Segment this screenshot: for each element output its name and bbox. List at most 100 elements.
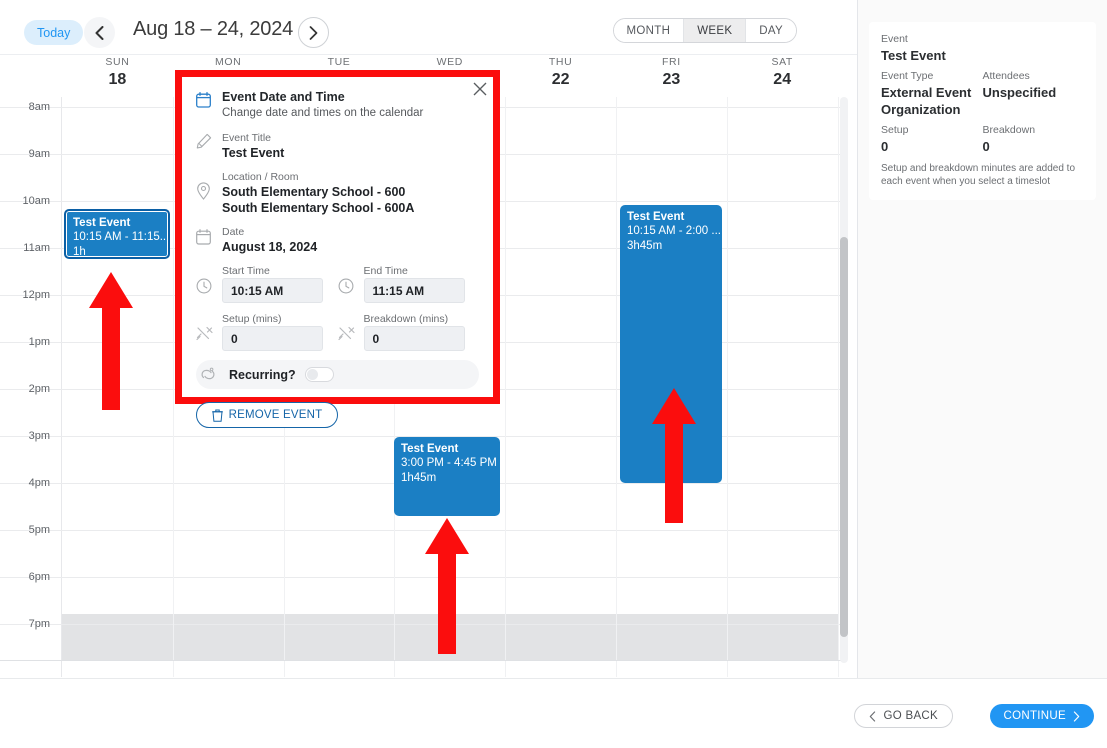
calendar-scrollbar-thumb[interactable] <box>840 237 848 637</box>
hour-label: 8am <box>28 101 50 113</box>
remove-event-label: REMOVE EVENT <box>228 409 323 421</box>
hour-row[interactable]: 6pm <box>0 571 845 624</box>
clock-icon <box>338 264 364 303</box>
breakdown-summary-label: Breakdown <box>982 124 1036 136</box>
day-header-date: 23 <box>662 71 681 88</box>
event-value: Test Event <box>881 48 946 63</box>
start-time-input[interactable] <box>222 278 323 303</box>
hour-label: 9am <box>28 148 50 160</box>
event-type-attendees-row: Event Type External Event Organization A… <box>881 69 1084 118</box>
modal-title: Event Date and Time <box>222 90 345 104</box>
view-toggle-group: MONTH WEEK DAY <box>612 18 797 43</box>
setup-breakdown-note: Setup and breakdown minutes are added to… <box>881 163 1076 187</box>
chevron-right-icon <box>309 25 318 40</box>
location-pin-icon <box>196 170 222 216</box>
modal-header: Event Date and Time Change date and time… <box>196 82 487 121</box>
calendar-event[interactable]: Test Event 3:00 PM - 4:45 PM 1h45m <box>394 437 500 516</box>
today-button[interactable]: Today <box>24 20 84 45</box>
event-title-label: Event Title <box>222 132 272 144</box>
modal-event-title-row: Event Title Test Event <box>196 131 479 161</box>
hour-label: 5pm <box>28 524 50 536</box>
setup-label: Setup (mins) <box>222 313 282 325</box>
continue-label: CONTINUE <box>1003 710 1066 722</box>
hour-label: 11am <box>23 242 50 254</box>
end-time-input[interactable] <box>363 278 465 303</box>
day-column-divider <box>616 97 617 677</box>
setup-summary-group: Setup 0 <box>881 123 983 155</box>
pencil-icon <box>196 131 222 161</box>
date-value: August 18, 2024 <box>222 240 318 254</box>
start-time-group: Start Time <box>196 264 338 303</box>
calendar-event-time: 10:15 AM - 11:15... <box>73 231 170 243</box>
clock-icon <box>196 264 222 303</box>
annotation-arrow-selected-event <box>89 272 133 410</box>
setup-group: Setup (mins) <box>196 312 338 351</box>
hour-label: 1pm <box>28 336 50 348</box>
grid-bottom-border <box>0 660 845 661</box>
setup-input[interactable] <box>222 326 323 351</box>
day-header-date: 24 <box>773 71 792 88</box>
day-header-dow: FRI <box>662 56 681 68</box>
modal-highlight-outline: Event Date and Time Change date and time… <box>175 70 500 428</box>
hour-row[interactable]: 7pm <box>0 618 845 671</box>
chevron-right-icon <box>1073 710 1080 722</box>
recurring-toggle[interactable] <box>304 367 334 382</box>
breakdown-input[interactable] <box>363 326 465 351</box>
tools-icon <box>337 312 364 351</box>
calendar-toolbar: Today Aug 18 – 24, 2024 MONTH WEEK DAY <box>0 0 857 55</box>
day-header-dow: WED <box>436 56 463 68</box>
modal-setup-row: Setup (mins) Breakdown (mins) <box>196 312 479 351</box>
hour-label: 2pm <box>28 383 50 395</box>
hour-label: 4pm <box>28 477 50 489</box>
day-header-sun: SUN 18 <box>62 55 173 91</box>
next-week-button[interactable] <box>298 17 329 48</box>
hour-row[interactable]: 5pm <box>0 524 845 577</box>
setup-summary-label: Setup <box>881 124 909 136</box>
hour-label: 6pm <box>28 571 50 583</box>
remove-event-button[interactable]: REMOVE EVENT <box>196 402 338 428</box>
view-button-day[interactable]: DAY <box>746 19 796 42</box>
calendar-event[interactable]: Test Event 10:15 AM - 11:15... 1h <box>64 209 170 259</box>
today-button-label: Today <box>37 25 71 40</box>
day-header-dow: THU <box>548 56 573 68</box>
location-label: Location / Room <box>222 171 299 183</box>
event-type-label: Event Type <box>881 70 934 82</box>
trash-icon <box>211 409 223 422</box>
repeat-icon <box>200 367 226 382</box>
attendees-group: Attendees Unspecified <box>983 69 1085 118</box>
day-header-dow: SAT <box>771 56 793 68</box>
previous-week-button[interactable] <box>84 17 115 48</box>
day-header-date: 18 <box>108 71 127 88</box>
go-back-button[interactable]: GO BACK <box>854 704 953 728</box>
calendar-scrollbar[interactable] <box>840 97 848 663</box>
day-column-divider <box>837 97 839 677</box>
close-icon[interactable] <box>473 82 489 98</box>
annotation-arrow-fri-event <box>652 388 696 523</box>
view-button-week[interactable]: WEEK <box>684 19 747 42</box>
footer-bar: GO BACK CONTINUE <box>0 678 1107 748</box>
hour-label: 12pm <box>22 289 50 301</box>
app-root: Today Aug 18 – 24, 2024 MONTH WEEK DAY S… <box>0 0 1107 748</box>
start-time-label: Start Time <box>222 265 270 277</box>
modal-subtitle: Change date and times on the calendar <box>222 107 424 119</box>
view-button-month[interactable]: MONTH <box>613 19 685 42</box>
end-time-group: End Time <box>338 264 480 303</box>
go-back-label: GO BACK <box>883 710 938 722</box>
day-header-dow: SUN <box>105 56 130 68</box>
location-value-1: South Elementary School - 600 <box>222 185 406 199</box>
calendar-event-title: Test Event <box>73 217 131 229</box>
recurring-label: Recurring? <box>229 367 296 382</box>
modal-location-row: Location / Room South Elementary School … <box>196 170 479 216</box>
breakdown-summary-value: 0 <box>982 139 990 154</box>
day-column-divider <box>726 97 728 677</box>
event-type-value: External Event Organization <box>881 85 972 117</box>
day-header-dow: TUE <box>327 56 351 68</box>
calendar-event-duration: 1h <box>73 246 86 258</box>
day-column-divider <box>172 97 174 677</box>
annotation-arrow-wed-event <box>425 518 469 654</box>
modal-date-row: Date August 18, 2024 <box>196 225 479 255</box>
day-header-date: 22 <box>551 71 570 88</box>
event-type-group: Event Type External Event Organization <box>881 69 983 118</box>
continue-button[interactable]: CONTINUE <box>989 704 1094 728</box>
breakdown-group: Breakdown (mins) <box>337 312 480 351</box>
